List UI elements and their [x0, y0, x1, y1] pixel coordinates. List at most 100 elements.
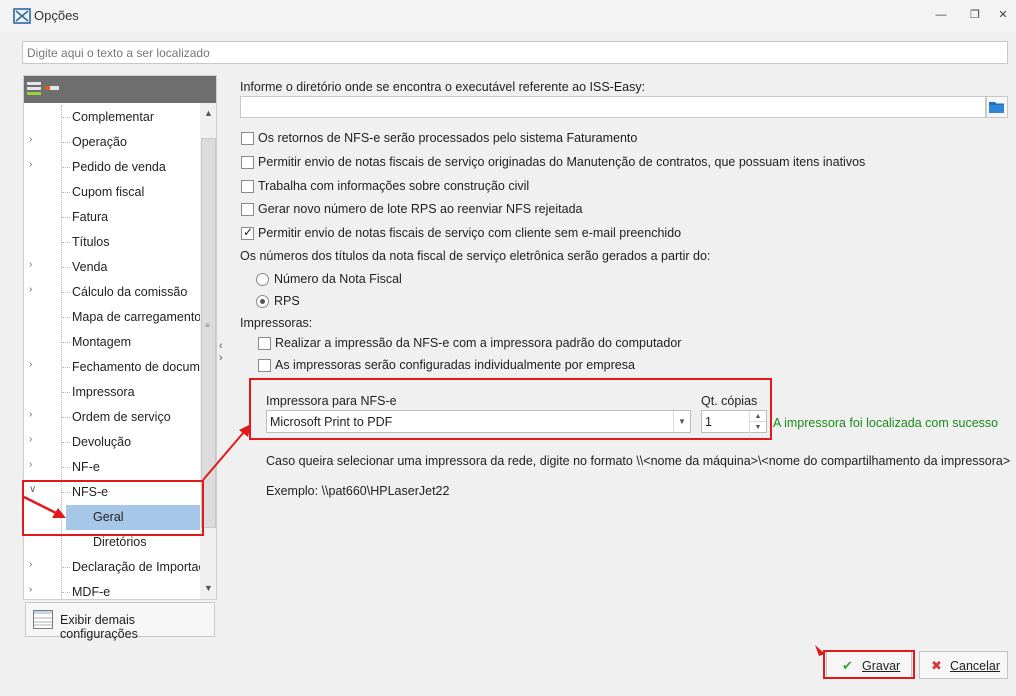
tree-connector [62, 342, 70, 343]
nfse-option-checkbox-label[interactable]: Permitir envio de notas fiscais de servi… [258, 226, 681, 240]
tree-item-label: Declaração de Importação [72, 560, 200, 574]
tree-item-complementar[interactable]: Complementar [24, 105, 200, 130]
tree-connector [62, 367, 70, 368]
chevron-right-icon[interactable]: › [29, 359, 32, 370]
expand-all-icon[interactable] [26, 80, 42, 96]
tree-item-label: Devolução [72, 435, 132, 449]
tree-connector [62, 567, 70, 568]
tree-item-label: Venda [72, 260, 108, 274]
restore-icon[interactable]: ❐ [968, 8, 982, 22]
chevron-right-icon[interactable]: › [29, 559, 32, 570]
show-more-settings-button[interactable]: Exibir demais configurações [25, 602, 215, 641]
tree-item-label: Complementar [72, 110, 154, 124]
chevron-right-icon[interactable]: › [29, 134, 32, 145]
geral-highlight-box [22, 480, 204, 536]
chevron-right-icon[interactable]: › [29, 409, 32, 420]
tree-connector [62, 417, 70, 418]
scrollbar-thumb[interactable]: ≡ [201, 138, 216, 528]
tree-item-mdf-e[interactable]: › MDF-e [24, 580, 200, 599]
tree-item-declaracao-de-importacao[interactable]: › Declaração de Importação [24, 555, 200, 580]
tree-item-label: MDF-e [72, 585, 111, 599]
scroll-down-icon[interactable]: ▼ [203, 583, 214, 593]
tree-item-label: Montagem [72, 335, 132, 349]
nfse-option-checkbox-label[interactable]: Trabalha com informações sobre construçã… [258, 179, 529, 193]
window-grid-icon [33, 610, 53, 629]
splitter-collapse-icon[interactable]: ‹ › [219, 340, 223, 364]
tree-item-label: Ordem de serviço [72, 410, 171, 424]
tree-item-venda[interactable]: › Venda [24, 255, 200, 280]
tree-connector [62, 317, 70, 318]
numbering-label: Os números dos títulos da nota fiscal de… [240, 249, 711, 263]
printer-option-checkbox-label[interactable]: Realizar a impressão da NFS-e com a impr… [275, 336, 681, 350]
collapse-all-icon[interactable] [44, 80, 60, 96]
tree-item-label: Impressora [72, 385, 135, 399]
tree-item-cupom-fiscal[interactable]: Cupom fiscal [24, 180, 200, 205]
tree-item-label: Operação [72, 135, 127, 149]
nfse-option-checkbox-4[interactable] [241, 203, 254, 217]
scroll-up-icon[interactable]: ▲ [203, 108, 214, 118]
tree-item-fechamento-de-documentos[interactable]: › Fechamento de documentos [24, 355, 200, 380]
chevron-right-icon[interactable]: › [29, 159, 32, 170]
browse-folder-button[interactable] [986, 96, 1008, 118]
minimize-icon[interactable]: — [934, 8, 948, 22]
tree-item-calculo-da-comissao[interactable]: › Cálculo da comissão [24, 280, 200, 305]
tree-item-nf-e[interactable]: › NF-e [24, 455, 200, 480]
tree-connector [62, 467, 70, 468]
tree-item-mapa-de-carregamento[interactable]: Mapa de carregamento [24, 305, 200, 330]
iss-easy-dir-label: Informe o diretório onde se encontra o e… [240, 80, 646, 94]
cancel-button-label: Cancelar [950, 659, 1001, 673]
chevron-right-icon[interactable]: › [29, 284, 32, 295]
tree-item-devolucao[interactable]: › Devolução [24, 430, 200, 455]
nfse-option-checkbox-label[interactable]: Permitir envio de notas fiscais de servi… [258, 155, 865, 169]
numbering-radio-label[interactable]: RPS [274, 294, 300, 308]
numbering-radio-2[interactable] [256, 295, 269, 308]
chevron-right-icon[interactable]: › [29, 259, 32, 270]
printer-option-checkbox-2[interactable] [258, 359, 271, 372]
tree-item-pedido-de-venda[interactable]: › Pedido de venda [24, 155, 200, 180]
tree-connector [62, 442, 70, 443]
printer-option-checkbox-label[interactable]: As impressoras serão configuradas indivi… [275, 358, 635, 372]
chevron-right-icon[interactable]: › [29, 434, 32, 445]
chevron-right-icon[interactable]: › [29, 584, 32, 595]
nfse-option-checkbox-3[interactable] [241, 179, 254, 193]
iss-easy-dir-input[interactable] [240, 96, 986, 118]
tree-toolbar [24, 76, 216, 103]
numbering-radio-label[interactable]: Número da Nota Fiscal [274, 272, 402, 286]
tree-item-impressora[interactable]: Impressora [24, 380, 200, 405]
tree-item-label: Cupom fiscal [72, 185, 145, 199]
title-bar: Opções — ❐ ✕ [0, 0, 1016, 32]
cancel-x-icon: ✖ [931, 659, 942, 674]
tree-item-label: Cálculo da comissão [72, 285, 188, 299]
printer-option-checkbox-1[interactable] [258, 337, 271, 350]
network-printer-hint: Caso queira selecionar uma impressora da… [266, 454, 1011, 468]
folder-icon [989, 102, 1004, 113]
chevron-right-icon[interactable]: › [29, 459, 32, 470]
network-printer-example: Exemplo: \\pat660\HPLaserJet22 [266, 484, 450, 498]
tree-item-label: Fatura [72, 210, 109, 224]
tree-item-fatura[interactable]: Fatura [24, 205, 200, 230]
tree-connector [62, 392, 70, 393]
nfse-option-checkbox-2[interactable] [241, 155, 254, 169]
window-title: Opções [34, 8, 79, 23]
nfse-option-checkbox-label[interactable]: Gerar novo número de lote RPS ao reenvia… [258, 202, 582, 216]
tree-item-label: Fechamento de documentos [72, 360, 200, 374]
tree-item-label: NF-e [72, 460, 100, 474]
nfse-option-checkbox-5[interactable] [241, 225, 254, 240]
cancel-button[interactable]: ✖ Cancelar [919, 651, 1008, 679]
tree-item-ordem-de-servico[interactable]: › Ordem de serviço [24, 405, 200, 430]
search-input[interactable] [22, 41, 1008, 64]
tree-item-titulos[interactable]: Títulos [24, 230, 200, 255]
tree-connector [62, 592, 70, 593]
tree-item-montagem[interactable]: Montagem [24, 330, 200, 355]
tree-item-label: Pedido de venda [72, 160, 166, 174]
tree-connector [62, 142, 70, 143]
numbering-radio-1[interactable] [256, 273, 269, 286]
close-icon[interactable]: ✕ [996, 8, 1010, 22]
tree-item-label: Mapa de carregamento [72, 310, 200, 324]
app-logo-icon [13, 8, 31, 24]
show-more-settings-label: Exibir demais configurações [60, 613, 138, 641]
nfse-option-checkbox-label[interactable]: Os retornos de NFS-e serão processados p… [258, 131, 637, 145]
nfse-option-checkbox-1[interactable] [241, 132, 254, 145]
printer-highlight-box [249, 378, 772, 440]
tree-item-operacao[interactable]: › Operação [24, 130, 200, 155]
